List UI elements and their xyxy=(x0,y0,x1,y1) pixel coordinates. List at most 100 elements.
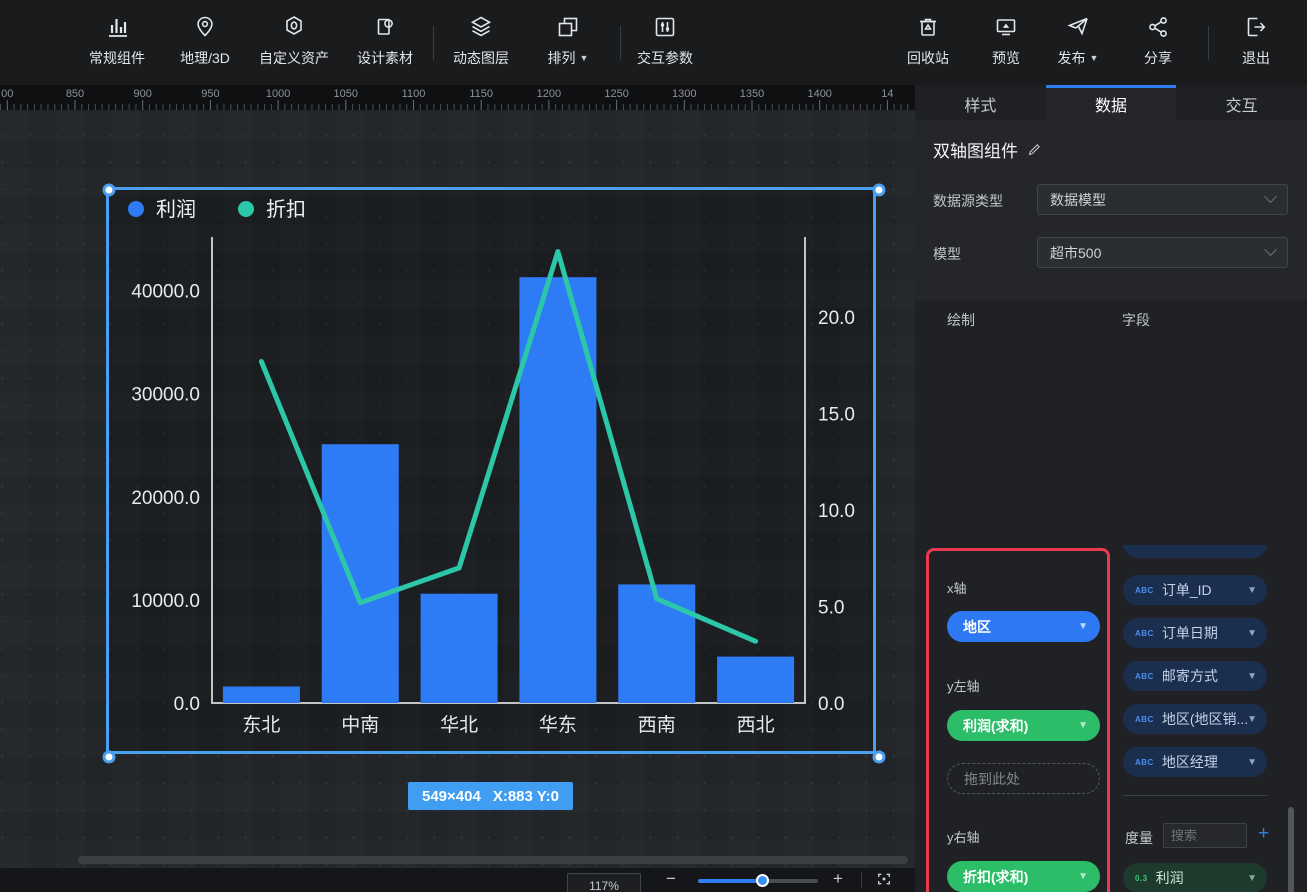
divider xyxy=(433,26,434,60)
add-measure-button[interactable]: + xyxy=(1258,823,1269,845)
category-label: 西南 xyxy=(638,714,676,736)
field-pill-邮寄方式[interactable]: ABC邮寄方式▼ xyxy=(1123,661,1267,691)
right-axis-tick: 5.0 xyxy=(818,598,844,619)
zoom-out-button[interactable]: − xyxy=(666,870,676,888)
fields-scrollbar-thumb[interactable] xyxy=(1288,807,1294,892)
field-pill-clipped[interactable] xyxy=(1123,545,1267,558)
toolbar-item-label: 预览 xyxy=(992,48,1020,68)
field-pill-地区经理[interactable]: ABC地区经理▼ xyxy=(1123,747,1267,777)
model-value: 超市500 xyxy=(1050,243,1101,263)
design-canvas[interactable]: 0.010000.020000.030000.040000.00.05.010.… xyxy=(0,110,915,868)
toolbar-item-bar-chart[interactable]: 常规组件 xyxy=(69,13,165,68)
map-pin-icon xyxy=(191,13,219,41)
zoom-slider-fill xyxy=(698,879,762,883)
resize-handle-top-right[interactable] xyxy=(873,184,886,197)
toolbar-item-hexagon[interactable]: 自定义资产 xyxy=(246,13,342,68)
toolbar-item-arrange[interactable]: 排列▼ xyxy=(520,13,616,68)
divider xyxy=(1208,26,1209,60)
arrange-icon xyxy=(554,13,582,41)
caret-down-icon: ▼ xyxy=(1247,757,1257,768)
params-icon xyxy=(651,13,679,41)
toolbar-item-label: 动态图层 xyxy=(453,48,509,68)
caret-down-icon: ▼ xyxy=(1247,585,1257,596)
layers-icon xyxy=(467,13,495,41)
left-axis-tick: 30000.0 xyxy=(131,385,200,406)
zoom-slider-thumb[interactable] xyxy=(756,874,769,887)
zoom-bar: − + xyxy=(0,868,915,892)
toolbar-item-label: 地理/3D xyxy=(180,48,230,68)
field-pill-地区(地区销...[interactable]: ABC地区(地区销...▼ xyxy=(1123,704,1267,734)
panel-tab-样式[interactable]: 样式 xyxy=(915,85,1046,120)
zoom-slider[interactable] xyxy=(698,879,818,883)
measure-search-input[interactable] xyxy=(1163,823,1247,848)
toolbar-item-params[interactable]: 交互参数 xyxy=(617,13,713,68)
field-pill-折扣(求和)[interactable]: 折扣(求和)▼ xyxy=(947,861,1100,892)
category-label: 华东 xyxy=(539,714,577,736)
datasource-type-select[interactable]: 数据模型 xyxy=(1037,184,1288,215)
axis-slot-label: y左轴 xyxy=(947,676,980,695)
resize-handle-bottom-right[interactable] xyxy=(873,751,886,764)
field-pill-利润(求和)[interactable]: 利润(求和)▼ xyxy=(947,710,1100,741)
dual-axis-chart-component[interactable]: 0.010000.020000.030000.040000.00.05.010.… xyxy=(106,187,876,754)
field-pill-label: 地区经理 xyxy=(1162,752,1218,772)
caret-down-icon: ▼ xyxy=(1247,628,1257,639)
toolbar-item-layers[interactable]: 动态图层 xyxy=(433,13,529,68)
left-axis-tick: 0.0 xyxy=(174,694,200,715)
field-pill-订单日期[interactable]: ABC订单日期▼ xyxy=(1123,618,1267,648)
caret-down-icon: ▼ xyxy=(1078,720,1088,731)
ruler-label: 1000 xyxy=(266,88,290,100)
resize-handle-bottom-left[interactable] xyxy=(103,751,116,764)
toolbar-item-design-asset[interactable]: 设计素材 xyxy=(337,13,433,68)
toolbar-item-exit[interactable]: 退出 xyxy=(1208,13,1304,68)
toolbar-item-label: 交互参数 xyxy=(637,48,693,68)
field-pill-label: 利润 xyxy=(1156,868,1184,888)
subtab-draw[interactable]: 绘制 xyxy=(947,310,975,330)
edit-pencil-icon[interactable] xyxy=(1027,142,1042,157)
toolbar-item-label: 发布▼ xyxy=(1058,48,1099,68)
panel-tab-数据[interactable]: 数据 xyxy=(1046,85,1177,120)
chevron-down-icon xyxy=(1264,243,1277,256)
category-label: 中南 xyxy=(341,714,379,736)
divider xyxy=(861,872,862,888)
toolbar-item-map-pin[interactable]: 地理/3D xyxy=(157,13,253,68)
toolbar-item-share[interactable]: 分享 xyxy=(1110,13,1206,68)
zoom-in-button[interactable]: + xyxy=(833,870,843,888)
left-and-bottom-axis xyxy=(212,237,806,703)
component-position: X:883 Y:0 xyxy=(493,788,559,805)
right-axis-tick: 15.0 xyxy=(818,405,855,426)
field-pill-订单_ID[interactable]: ABC订单_ID▼ xyxy=(1123,575,1267,605)
toolbar-item-label: 常规组件 xyxy=(89,48,145,68)
subtab-fields[interactable]: 字段 xyxy=(1122,310,1150,330)
category-label: 华北 xyxy=(440,714,478,736)
bar-东北 xyxy=(223,687,300,703)
caret-down-icon: ▼ xyxy=(1078,871,1088,882)
share-icon xyxy=(1144,13,1172,41)
chevron-down-icon xyxy=(1264,190,1277,203)
field-pill-label: 邮寄方式 xyxy=(1162,666,1218,686)
horizontal-ruler: 0085090095010001050110011501200125013001… xyxy=(0,85,915,110)
resize-handle-top-left[interactable] xyxy=(103,184,116,197)
field-type-badge: ABC xyxy=(1135,715,1154,724)
bar-中南 xyxy=(322,444,399,703)
bar-西北 xyxy=(717,657,794,703)
left-axis-tick: 40000.0 xyxy=(131,282,200,303)
field-pill-利润[interactable]: 0.3利润▼ xyxy=(1123,863,1267,892)
field-type-badge: ABC xyxy=(1135,629,1154,638)
category-label: 西北 xyxy=(737,714,775,736)
left-axis-tick: 20000.0 xyxy=(131,488,200,509)
fit-screen-icon[interactable] xyxy=(876,871,892,891)
field-pill-label: 地区(地区销... xyxy=(1162,709,1247,729)
right-axis-tick: 0.0 xyxy=(818,694,844,715)
component-geometry-badge: 549×404 X:883 Y:0 xyxy=(408,782,573,810)
panel-tab-交互[interactable]: 交互 xyxy=(1176,85,1307,120)
right-axis-tick: 10.0 xyxy=(818,501,855,522)
zoom-level-input[interactable] xyxy=(567,873,641,892)
exit-icon xyxy=(1242,13,1270,41)
model-select[interactable]: 超市500 xyxy=(1037,237,1288,268)
field-pill-label: 订单_ID xyxy=(1162,580,1212,600)
drop-zone[interactable]: 拖到此处 xyxy=(947,763,1100,794)
ruler-label: 1250 xyxy=(604,88,628,100)
canvas-horizontal-scrollbar[interactable] xyxy=(78,856,908,864)
ruler-label: 900 xyxy=(134,88,152,100)
field-pill-地区[interactable]: 地区▼ xyxy=(947,611,1100,642)
